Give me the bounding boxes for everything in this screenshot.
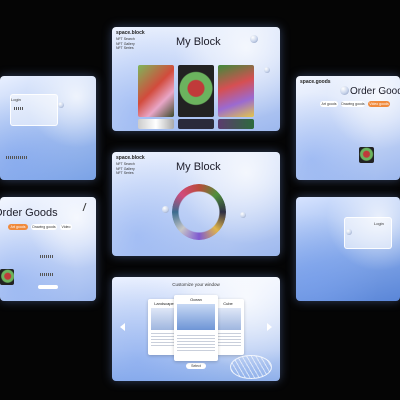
- tab-art-goods[interactable]: Art goods: [8, 224, 28, 230]
- glass-sphere: [264, 67, 270, 73]
- nav-links: NFT Search NFT Gallery NFT Series: [116, 162, 135, 176]
- tab-drawing-goods[interactable]: Drawing goods: [31, 224, 57, 230]
- tab-art-goods[interactable]: Art goods: [320, 101, 338, 107]
- panel-my-block-gallery: space.block NFT Search NFT Gallery NFT S…: [112, 27, 280, 131]
- chevron-right-icon[interactable]: [267, 323, 272, 331]
- nav-link[interactable]: NFT Series: [116, 46, 135, 51]
- nav-link[interactable]: NFT Search: [116, 37, 135, 42]
- nft-thumbnail[interactable]: [138, 65, 174, 117]
- panel-login-right: Login: [296, 197, 400, 301]
- login-title: Login: [374, 221, 384, 226]
- option-card-ocean[interactable]: Ocean: [174, 295, 218, 361]
- brand-label: space.block: [116, 155, 145, 161]
- glass-sphere: [58, 102, 64, 108]
- password-field[interactable]: [14, 107, 24, 110]
- card-label: Ocean: [190, 297, 202, 302]
- glass-sphere: [346, 229, 352, 235]
- glass-sphere: [162, 206, 169, 213]
- select-button[interactable]: Select: [186, 363, 206, 369]
- nav-link[interactable]: NFT Series: [116, 171, 135, 176]
- panel-order-goods-left: Order Goods Art goods Drawing goods Vide…: [0, 197, 96, 301]
- card-thumbnail: [177, 304, 215, 330]
- login-title: Login: [11, 97, 21, 102]
- nft-thumbnail[interactable]: [178, 65, 214, 117]
- page-title: My Block: [176, 161, 221, 173]
- page-title: My Block: [176, 36, 221, 48]
- nft-thumbnail[interactable]: [178, 119, 214, 129]
- panel-heading: Customize your window: [172, 282, 220, 287]
- card-thumbnail: [215, 308, 241, 330]
- tab-video[interactable]: Video: [60, 224, 72, 230]
- panel-login-left: Login: [0, 76, 96, 180]
- product-image[interactable]: [0, 269, 14, 285]
- card-description: [215, 333, 241, 347]
- nav-links: NFT Search NFT Gallery NFT Series: [116, 37, 135, 51]
- chevron-left-icon[interactable]: [120, 323, 125, 331]
- panel-customize-window: Customize your window Landscape Cube Oce…: [112, 277, 280, 381]
- panel-order-goods-right: space.goods Order Goods Art goods Drawin…: [296, 76, 400, 180]
- product-options[interactable]: [40, 255, 54, 258]
- brand-label: space.block: [116, 30, 145, 36]
- product-options[interactable]: [40, 273, 54, 276]
- tab-drawing-goods[interactable]: Drawing goods: [341, 101, 365, 107]
- nft-carousel-ring[interactable]: [172, 184, 226, 240]
- decorative-glyphs: [6, 156, 28, 159]
- panel-my-block-ring: space.block NFT Search NFT Gallery NFT S…: [112, 152, 280, 256]
- brand-label: space.goods: [300, 79, 331, 85]
- glass-sphere: [240, 212, 246, 218]
- product-image[interactable]: [359, 147, 374, 163]
- nav-link[interactable]: NFT Search: [116, 162, 135, 167]
- nft-thumbnail[interactable]: [138, 119, 174, 129]
- page-title: Order Goods: [0, 207, 58, 219]
- add-to-cart-button[interactable]: [38, 285, 58, 289]
- wire-sphere: [230, 355, 272, 379]
- card-description: [177, 335, 215, 353]
- page-title: Order Goods: [350, 86, 400, 97]
- glass-sphere: [340, 86, 349, 95]
- tab-video-goods[interactable]: Video goods: [368, 101, 390, 107]
- nft-thumbnail[interactable]: [218, 119, 254, 129]
- glass-sphere: [250, 35, 258, 43]
- nft-thumbnail[interactable]: [218, 65, 254, 117]
